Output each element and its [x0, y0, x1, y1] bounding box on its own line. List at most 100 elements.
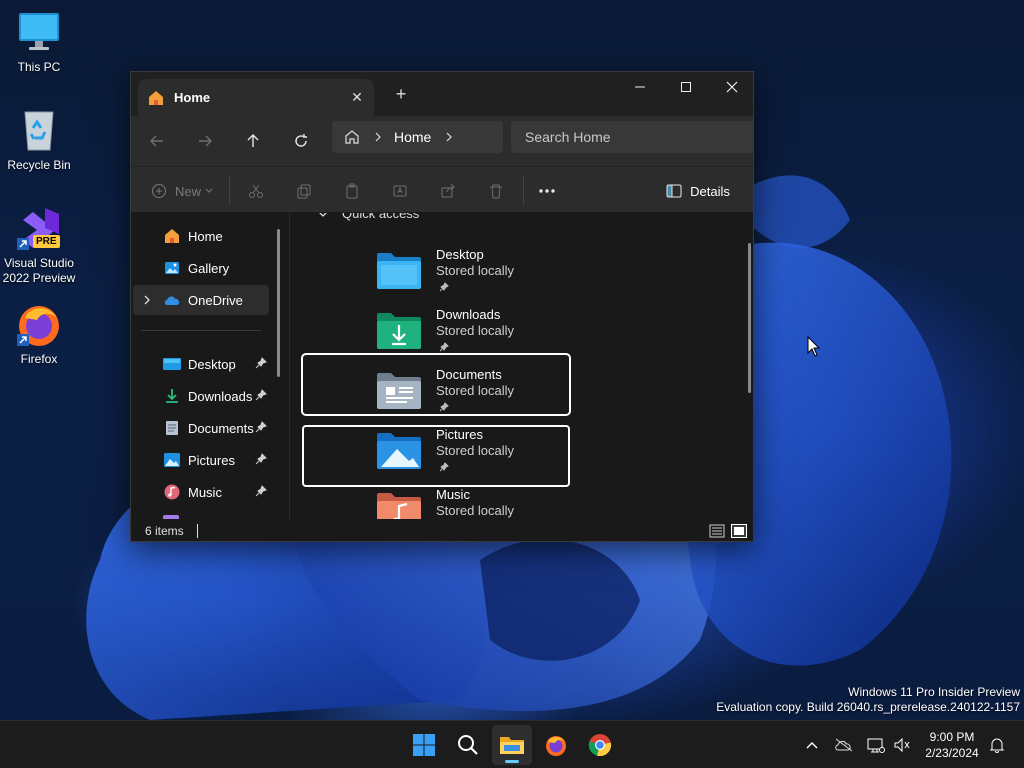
onedrive-tray-button[interactable] [834, 735, 854, 755]
nav-item-label: Pictures [188, 452, 235, 468]
chevron-right-icon[interactable] [143, 295, 151, 305]
folder-name: Desktop [436, 247, 484, 262]
file-explorer-icon [500, 737, 524, 754]
nav-pane-scrollbar[interactable] [277, 229, 280, 377]
folder-name: Music [436, 487, 470, 502]
minimize-button[interactable] [617, 72, 663, 102]
quick-access-header[interactable]: Quick access [318, 213, 419, 221]
nav-item-label: Gallery [188, 260, 230, 276]
more-options-button[interactable] [533, 178, 561, 204]
show-hidden-icons-button[interactable] [802, 735, 822, 755]
start-button[interactable] [404, 725, 444, 765]
back-button[interactable] [145, 129, 169, 153]
pin-icon [439, 461, 449, 475]
close-button[interactable] [709, 72, 753, 102]
details-view-button[interactable] [709, 524, 725, 538]
folder-name: Downloads [436, 307, 501, 322]
arrow-left-icon [150, 135, 163, 147]
nav-item-home[interactable]: Home [133, 221, 269, 251]
separator [523, 177, 524, 205]
refresh-button[interactable] [289, 129, 313, 153]
nav-item-label: OneDrive [188, 292, 243, 308]
large-icons-view-button[interactable] [731, 524, 747, 538]
search-input[interactable]: Search Home [511, 121, 753, 153]
volume-muted-icon [894, 737, 910, 753]
desktop-icon-firefox[interactable]: Firefox [0, 300, 78, 367]
command-bar: New Details [131, 166, 753, 213]
new-tab-button[interactable]: + [389, 83, 413, 107]
nav-item-documents[interactable]: Documents [133, 413, 269, 443]
forward-button[interactable] [193, 129, 217, 153]
pin-icon [255, 389, 267, 404]
details-button[interactable]: Details [665, 178, 731, 204]
close-tab-button[interactable]: ✕ [348, 88, 366, 106]
onedrive-icon [163, 291, 181, 309]
paste-button[interactable] [339, 178, 365, 204]
clock-date: 2/23/2024 [925, 746, 979, 760]
refresh-icon [295, 134, 307, 147]
item-count: 6 items [145, 524, 184, 538]
title-bar[interactable]: Home ✕ + [131, 72, 753, 116]
nav-item-music[interactable]: Music [133, 477, 269, 507]
quick-access-item-documents-content[interactable]: Documents Stored locally [302, 361, 570, 423]
volume-tray-button[interactable] [892, 735, 912, 755]
ellipsis-icon [539, 189, 555, 193]
network-tray-button[interactable] [866, 735, 886, 755]
chevron-right-icon[interactable] [445, 132, 453, 142]
maximize-button[interactable] [663, 72, 709, 102]
copy-icon [297, 184, 311, 199]
address-bar[interactable]: Home [332, 121, 503, 153]
folder-status: Stored locally [436, 263, 515, 278]
nav-item-gallery[interactable]: Gallery [133, 253, 269, 283]
nav-item-pictures[interactable]: Pictures [133, 445, 269, 475]
content-scrollbar[interactable] [748, 243, 751, 393]
desktop-icon-visual-studio[interactable]: PRE Visual Studio 2022 Preview [0, 204, 78, 286]
pin-icon [255, 485, 267, 500]
share-button[interactable] [435, 178, 461, 204]
pin-icon [255, 453, 267, 468]
taskbar: 9:00 PM 2/23/2024 [0, 720, 1024, 768]
home-icon [148, 90, 164, 106]
desktop-icon-this-pc[interactable]: This PC [0, 8, 78, 75]
folder-name: Documents [436, 367, 502, 382]
breadcrumb[interactable]: Home [394, 129, 431, 145]
visual-studio-icon: PRE [15, 204, 63, 252]
folder-status: Stored locally [436, 323, 515, 338]
quick-access-item-music[interactable]: Music Stored locally [302, 481, 570, 519]
details-label: Details [690, 183, 730, 199]
search-button[interactable] [448, 725, 488, 765]
quick-access-item-downloads[interactable]: Downloads Stored locally [302, 301, 570, 363]
nav-item-label: Downloads [188, 388, 253, 404]
firefox-taskbar-button[interactable] [536, 725, 576, 765]
clock[interactable]: 9:00 PM 2/23/2024 [917, 729, 987, 761]
cut-button[interactable] [243, 178, 269, 204]
notifications-button[interactable] [987, 735, 1007, 755]
arrow-up-icon [247, 134, 259, 147]
folder-status: Stored locally [436, 503, 515, 518]
folder-status: Stored locally [436, 383, 515, 398]
copy-button[interactable] [291, 178, 317, 204]
delete-button[interactable] [483, 178, 509, 204]
nav-item-desktop[interactable]: Desktop [133, 349, 269, 379]
network-icon [867, 738, 885, 753]
firefox-icon [546, 736, 566, 756]
new-button[interactable]: New [149, 178, 215, 204]
quick-access-item-pictures[interactable]: Pictures Stored locally [302, 421, 570, 483]
up-button[interactable] [241, 129, 265, 153]
minimize-icon [635, 86, 645, 88]
folder-name: Pictures [436, 427, 483, 442]
quick-access-item-desktop[interactable]: Desktop Stored locally [302, 241, 570, 303]
plus-circle-icon [151, 184, 166, 198]
chrome-taskbar-button[interactable] [580, 725, 620, 765]
trash-icon [490, 184, 502, 199]
file-explorer-taskbar-button[interactable] [492, 725, 532, 765]
chevron-up-icon [806, 742, 818, 749]
rename-button[interactable] [387, 178, 413, 204]
nav-item-downloads[interactable]: Downloads [133, 381, 269, 411]
tab-home[interactable]: Home ✕ [138, 79, 374, 116]
desktop-icon-recycle-bin[interactable]: Recycle Bin [0, 106, 78, 173]
nav-item-onedrive[interactable]: OneDrive [133, 285, 269, 315]
quick-access-title: Quick access [342, 213, 420, 221]
watermark-line-2: Evaluation copy. Build 26040.rs_prerelea… [716, 700, 1020, 714]
clock-time: 9:00 PM [929, 730, 975, 744]
